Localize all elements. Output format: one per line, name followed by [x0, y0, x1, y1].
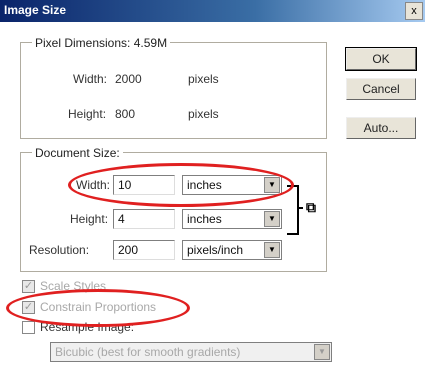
pixel-dimensions-label: Pixel Dimensions:	[35, 36, 131, 50]
window-title: Image Size	[4, 3, 67, 17]
scale-styles-checkbox[interactable]: ✓	[22, 280, 35, 293]
doc-width-input[interactable]	[113, 175, 175, 195]
constrain-proportions-checkbox[interactable]: ✓	[22, 301, 35, 314]
chevron-down-icon[interactable]: ▼	[264, 177, 280, 193]
doc-height-input[interactable]	[113, 209, 175, 229]
resample-image-label: Resample Image:	[40, 320, 135, 334]
resample-method-value: Bicubic (best for smooth gradients)	[55, 345, 241, 359]
chevron-down-icon[interactable]: ▼	[264, 242, 280, 258]
resample-method-select[interactable]: Bicubic (best for smooth gradients) ▼	[50, 342, 332, 362]
doc-height-label: Height:	[70, 212, 109, 226]
resolution-unit-select[interactable]: pixels/inch ▼	[182, 240, 282, 260]
pixel-width-label: Width:	[73, 72, 108, 86]
resolution-label: Resolution:	[29, 243, 90, 257]
doc-width-unit: inches	[187, 178, 222, 192]
chevron-down-icon[interactable]: ▼	[264, 211, 280, 227]
doc-height-unit-select[interactable]: inches ▼	[182, 209, 282, 229]
title-bar[interactable]: Image Size x	[0, 0, 425, 22]
resolution-input[interactable]	[113, 240, 175, 260]
pixel-dimensions-group	[20, 42, 327, 139]
pixel-height-value: 800	[115, 107, 136, 121]
proportion-bracket	[287, 185, 299, 235]
pixel-width-value: 2000	[115, 72, 142, 86]
chain-link-icon: ⧉	[306, 199, 316, 215]
chevron-down-icon[interactable]: ▼	[314, 344, 330, 360]
pixel-height-label: Height:	[68, 107, 107, 121]
document-size-legend: Document Size:	[32, 146, 123, 160]
close-icon[interactable]: x	[405, 2, 423, 20]
doc-height-unit: inches	[187, 212, 222, 226]
pixel-dimensions-size: 4.59M	[133, 36, 168, 50]
proportion-bracket-tick	[297, 207, 303, 209]
auto-button[interactable]: Auto...	[346, 117, 416, 139]
ok-button[interactable]: OK	[345, 47, 417, 71]
constrain-proportions-label: Constrain Proportions	[40, 300, 157, 314]
doc-width-unit-select[interactable]: inches ▼	[182, 175, 282, 195]
resolution-unit: pixels/inch	[187, 243, 244, 257]
resample-image-checkbox[interactable]	[22, 321, 35, 334]
pixel-height-unit: pixels	[188, 107, 219, 121]
pixel-dimensions-legend: Pixel Dimensions: 4.59M	[32, 36, 171, 50]
cancel-button[interactable]: Cancel	[346, 78, 416, 100]
doc-width-label: Width:	[76, 178, 111, 192]
scale-styles-label: Scale Styles	[40, 279, 107, 293]
pixel-width-unit: pixels	[188, 72, 219, 86]
